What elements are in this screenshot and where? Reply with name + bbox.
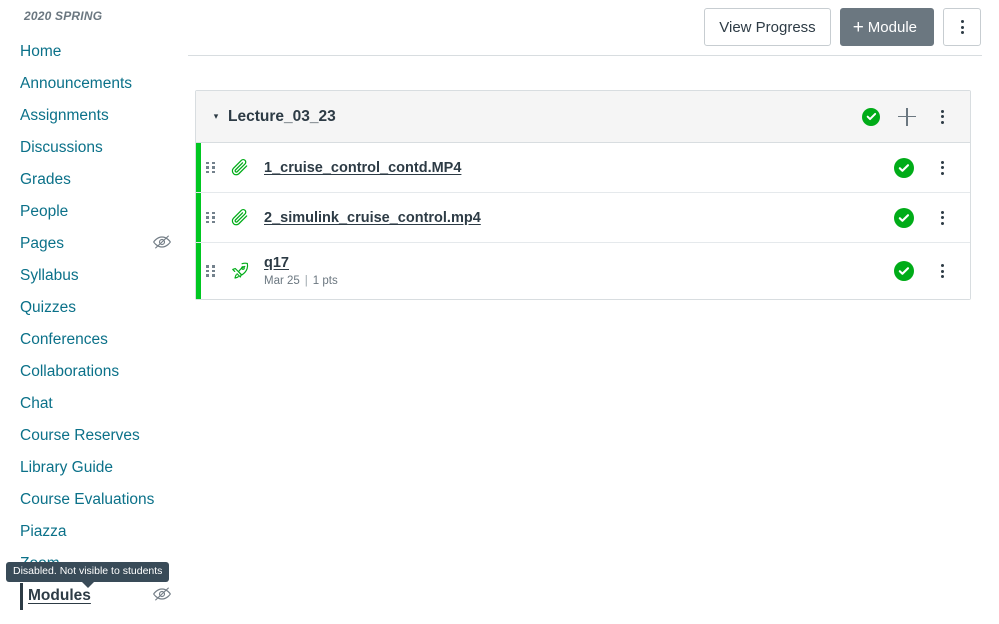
module-card: ▾ Lecture_03_23 1_cruise_control_contd.M… — [195, 90, 971, 300]
term-label: 2020 SPRING — [24, 9, 103, 23]
plus-icon: + — [852, 16, 864, 38]
item-meta: Mar 25 | 1 pts — [264, 275, 338, 287]
sidebar-item-assignments[interactable]: Assignments — [0, 100, 188, 132]
view-progress-button[interactable]: View Progress — [704, 8, 831, 46]
module-item-row[interactable]: 1_cruise_control_contd.MP4 — [196, 143, 970, 193]
item-type-icon — [230, 261, 252, 281]
sidebar-item-label: Quizzes — [20, 299, 76, 316]
disabled-tooltip: Disabled. Not visible to students — [6, 562, 170, 588]
item-kebab-button[interactable] — [934, 210, 950, 225]
item-actions — [894, 261, 950, 281]
item-completed-icon — [894, 261, 914, 281]
paperclip-icon — [231, 208, 248, 225]
eye-off-icon — [152, 234, 172, 249]
sidebar-item-course-evaluations[interactable]: Course Evaluations — [0, 484, 188, 516]
rocket-icon — [232, 262, 249, 279]
sidebar-item-label: People — [20, 203, 69, 220]
sidebar-item-label: Assignments — [20, 107, 109, 124]
sidebar-item-label: Piazza — [20, 523, 67, 540]
module-item-list: 1_cruise_control_contd.MP4 2_simulink_cru… — [196, 143, 970, 299]
sidebar-item-grades[interactable]: Grades — [0, 164, 188, 196]
drag-handle[interactable] — [206, 161, 216, 174]
module-header-actions — [862, 107, 958, 126]
paperclip-icon — [231, 158, 248, 175]
kebab-icon — [940, 109, 944, 124]
sidebar-item-label: Conferences — [20, 331, 108, 348]
toolbar-actions: View Progress + Module — [704, 8, 981, 46]
kebab-icon — [940, 210, 944, 225]
item-title-link[interactable]: 2_simulink_cruise_control.mp4 — [264, 210, 481, 226]
sidebar-item-label: Syllabus — [20, 267, 79, 284]
kebab-icon — [960, 20, 964, 34]
sidebar-item-label: Grades — [20, 171, 71, 188]
add-module-label: Module — [867, 18, 917, 36]
sidebar-item-home[interactable]: Home — [0, 36, 188, 68]
toolbar-divider — [188, 55, 982, 56]
item-type-icon — [230, 208, 252, 228]
course-navigation-sidebar: 2020 SPRING Home Announcements Assignments… — [0, 0, 188, 624]
item-type-icon — [230, 158, 252, 178]
item-title-link[interactable]: 1_cruise_control_contd.MP4 — [264, 160, 461, 176]
sidebar-item-label: Collaborations — [20, 363, 120, 380]
visibility-off-indicator — [152, 232, 172, 257]
module-title: Lecture_03_23 — [228, 107, 336, 125]
item-completed-icon — [894, 207, 914, 228]
sidebar-item-conferences[interactable]: Conferences — [0, 324, 188, 356]
sidebar-item-discussions[interactable]: Discussions — [0, 132, 188, 164]
sidebar-item-label: Discussions — [20, 139, 103, 156]
sidebar-item-label: Library Guide — [20, 459, 114, 476]
sidebar-item-label: Home — [20, 43, 62, 60]
item-title-link[interactable]: q17 — [264, 255, 338, 271]
item-kebab-button[interactable] — [934, 264, 950, 278]
course-nav-list: Home Announcements Assignments Discussions G… — [0, 36, 188, 612]
sidebar-item-syllabus[interactable]: Syllabus — [0, 260, 188, 292]
item-actions — [894, 157, 950, 178]
toolbar-kebab-button[interactable] — [943, 8, 981, 46]
item-actions — [894, 207, 950, 228]
sidebar-item-label: Course Reserves — [20, 427, 140, 444]
meta-separator: | — [304, 275, 308, 287]
chevron-down-icon[interactable]: ▾ — [208, 112, 224, 121]
module-header[interactable]: ▾ Lecture_03_23 — [196, 91, 970, 143]
sidebar-item-chat[interactable]: Chat — [0, 388, 188, 420]
sidebar-item-label: Course Evaluations — [20, 491, 155, 508]
drag-handle[interactable] — [206, 211, 216, 224]
module-kebab-button[interactable] — [934, 109, 950, 124]
item-body: 1_cruise_control_contd.MP4 — [264, 160, 461, 176]
sidebar-item-label: Chat — [20, 395, 53, 412]
drag-handle[interactable] — [206, 265, 216, 277]
item-completed-icon — [894, 157, 914, 178]
sidebar-item-people[interactable]: People — [0, 196, 188, 228]
sidebar-item-label: Announcements — [20, 75, 133, 92]
page-toolbar: View Progress + Module — [188, 0, 999, 56]
sidebar-item-collaborations[interactable]: Collaborations — [0, 356, 188, 388]
visibility-off-indicator — [152, 584, 172, 609]
sidebar-item-announcements[interactable]: Announcements — [0, 68, 188, 100]
item-body: q17 Mar 25 | 1 pts — [264, 255, 338, 287]
add-item-icon[interactable] — [898, 107, 916, 126]
sidebar-item-label: Pages — [20, 235, 64, 252]
sidebar-item-pages[interactable]: Pages — [0, 228, 188, 260]
sidebar-item-course-reserves[interactable]: Course Reserves — [0, 420, 188, 452]
item-kebab-button[interactable] — [934, 160, 950, 175]
modules-page: 2020 SPRING Home Announcements Assignments… — [0, 0, 999, 624]
item-points: 1 pts — [312, 275, 338, 287]
sidebar-item-piazza[interactable]: Piazza — [0, 516, 188, 548]
module-completed-icon — [862, 107, 880, 126]
module-item-row[interactable]: q17 Mar 25 | 1 pts — [196, 243, 970, 299]
sidebar-item-library-guide[interactable]: Library Guide — [0, 452, 188, 484]
module-item-row[interactable]: 2_simulink_cruise_control.mp4 — [196, 193, 970, 243]
item-due-date: Mar 25 — [264, 275, 300, 287]
add-module-button[interactable]: + Module — [839, 8, 934, 46]
eye-off-icon — [152, 586, 172, 601]
kebab-icon — [940, 160, 944, 175]
item-body: 2_simulink_cruise_control.mp4 — [264, 210, 481, 226]
sidebar-item-modules[interactable]: Modules — [0, 580, 188, 612]
sidebar-item-quizzes[interactable]: Quizzes — [0, 292, 188, 324]
kebab-icon — [940, 264, 944, 278]
